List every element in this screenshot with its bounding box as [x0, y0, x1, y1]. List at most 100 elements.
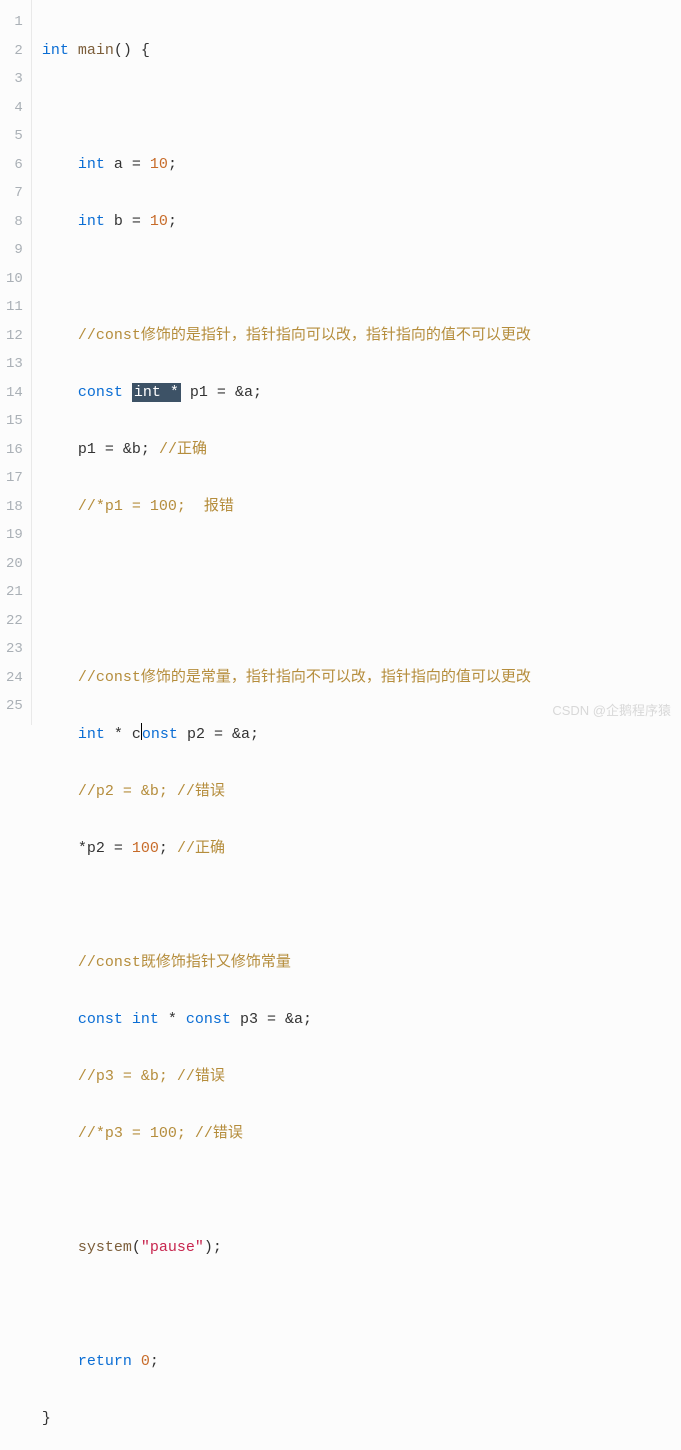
line-number: 15 — [6, 407, 23, 436]
code-line[interactable]: *p2 = 100; //正确 — [42, 835, 673, 864]
line-number: 20 — [6, 550, 23, 579]
comment: //正确 — [177, 840, 225, 857]
code-line[interactable] — [42, 265, 673, 294]
operator: * — [114, 726, 123, 743]
watermark: CSDN @企鹅程序猿 — [552, 700, 671, 719]
code-area[interactable]: int main() { int a = 10; int b = 10; //c… — [31, 0, 681, 725]
code-line[interactable]: int a = 10; — [42, 151, 673, 180]
code-line[interactable]: //*p3 = 100; //错误 — [42, 1120, 673, 1149]
line-number: 24 — [6, 664, 23, 693]
line-number: 7 — [6, 179, 23, 208]
keyword: int — [132, 1011, 159, 1028]
identifier: a — [244, 384, 253, 401]
identifier: p3 — [240, 1011, 258, 1028]
number: 10 — [150, 213, 168, 230]
identifier: a — [114, 156, 123, 173]
code-line[interactable] — [42, 550, 673, 579]
punct: ; — [159, 840, 168, 857]
line-number: 17 — [6, 464, 23, 493]
keyword: int — [78, 213, 105, 230]
comment: //*p1 = 100; 报错 — [78, 498, 234, 515]
code-line[interactable] — [42, 1291, 673, 1320]
line-number: 16 — [6, 436, 23, 465]
code-line[interactable] — [42, 607, 673, 636]
code-line[interactable]: system("pause"); — [42, 1234, 673, 1263]
punct: ; — [253, 384, 262, 401]
line-number: 4 — [6, 94, 23, 123]
punct: ; — [141, 441, 150, 458]
punct: ( — [114, 42, 123, 59]
operator: * — [168, 1011, 177, 1028]
punct: ; — [250, 726, 259, 743]
punct: ) — [123, 42, 132, 59]
string: "pause" — [141, 1239, 204, 1256]
code-line[interactable]: return 0; — [42, 1348, 673, 1377]
identifier: a — [241, 726, 250, 743]
operator: & — [232, 726, 241, 743]
keyword: return — [78, 1353, 132, 1370]
line-number: 3 — [6, 65, 23, 94]
line-number: 10 — [6, 265, 23, 294]
identifier: a — [294, 1011, 303, 1028]
code-line[interactable]: //*p1 = 100; 报错 — [42, 493, 673, 522]
line-number: 23 — [6, 635, 23, 664]
line-number: 6 — [6, 151, 23, 180]
punct: ; — [168, 213, 177, 230]
code-line[interactable]: //const修饰的是指针，指针指向可以改，指针指向的值不可以更改 — [42, 322, 673, 351]
operator: = — [132, 156, 141, 173]
operator: & — [285, 1011, 294, 1028]
line-number: 12 — [6, 322, 23, 351]
identifier: p2 — [87, 840, 105, 857]
code-line[interactable] — [42, 892, 673, 921]
keyword: onst — [142, 726, 178, 743]
line-number: 14 — [6, 379, 23, 408]
identifier: b — [132, 441, 141, 458]
code-line[interactable]: int b = 10; — [42, 208, 673, 237]
line-number: 25 — [6, 692, 23, 721]
identifier: b — [114, 213, 123, 230]
line-number: 11 — [6, 293, 23, 322]
code-line[interactable]: } — [42, 1405, 673, 1434]
code-line[interactable]: p1 = &b; //正确 — [42, 436, 673, 465]
text-cursor — [141, 723, 142, 740]
line-number: 5 — [6, 122, 23, 151]
code-line[interactable]: int main() { — [42, 37, 673, 66]
comment: //const既修饰指针又修饰常量 — [78, 954, 291, 971]
code-line[interactable]: const int * const p3 = &a; — [42, 1006, 673, 1035]
punct: } — [42, 1410, 51, 1427]
punct: ( — [132, 1239, 141, 1256]
line-number: 22 — [6, 607, 23, 636]
selection-highlight: int * — [132, 383, 181, 402]
line-number: 8 — [6, 208, 23, 237]
line-number: 13 — [6, 350, 23, 379]
operator: = — [214, 726, 223, 743]
keyword: const — [78, 384, 123, 401]
code-line[interactable] — [42, 94, 673, 123]
punct: { — [141, 42, 150, 59]
punct: ; — [213, 1239, 222, 1256]
keyword: const — [186, 1011, 231, 1028]
identifier: c — [132, 726, 141, 743]
code-line[interactable]: //const修饰的是常量，指针指向不可以改，指针指向的值可以更改 — [42, 664, 673, 693]
line-number: 19 — [6, 521, 23, 550]
comment: //*p3 = 100; //错误 — [78, 1125, 243, 1142]
keyword: int — [78, 726, 105, 743]
comment: //正确 — [159, 441, 207, 458]
number: 0 — [141, 1353, 150, 1370]
code-line[interactable] — [42, 1177, 673, 1206]
keyword: int — [78, 156, 105, 173]
function-call: system — [78, 1239, 132, 1256]
code-line[interactable]: const int * p1 = &a; — [42, 379, 673, 408]
punct: ; — [168, 156, 177, 173]
code-line[interactable]: //const既修饰指针又修饰常量 — [42, 949, 673, 978]
function-name: main — [78, 42, 114, 59]
number: 100 — [132, 840, 159, 857]
line-number: 18 — [6, 493, 23, 522]
code-line[interactable]: //p3 = &b; //错误 — [42, 1063, 673, 1092]
operator: & — [235, 384, 244, 401]
code-line[interactable]: //p2 = &b; //错误 — [42, 778, 673, 807]
operator: * — [78, 840, 87, 857]
operator: = — [267, 1011, 276, 1028]
identifier: p1 — [190, 384, 208, 401]
operator: = — [217, 384, 226, 401]
